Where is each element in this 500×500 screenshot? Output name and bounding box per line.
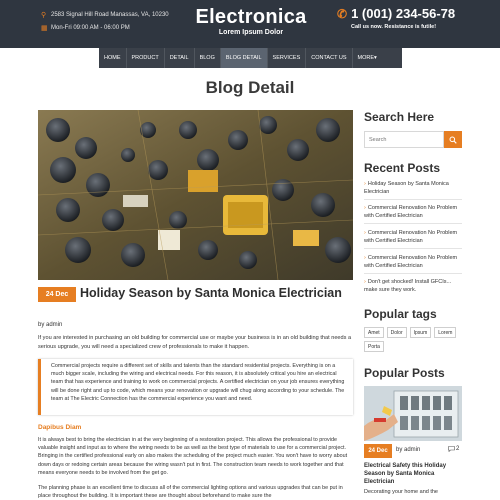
- tag-dolor[interactable]: Dolor: [386, 327, 407, 338]
- search-heading: Search Here: [364, 110, 435, 124]
- post-title[interactable]: Holiday Season by Santa Monica Electrici…: [38, 285, 353, 301]
- post-paragraph-2: The planning phase is an excellent time …: [38, 485, 343, 500]
- map-pin-icon: ⚲: [41, 11, 47, 19]
- recent-post-item[interactable]: › Commercial Renovation No Problem with C…: [364, 255, 462, 274]
- popular-tags-heading: Popular tags: [364, 307, 437, 321]
- nav-contact-us[interactable]: CONTACT US: [306, 48, 353, 68]
- nav-blog[interactable]: BLOG: [195, 48, 221, 68]
- search-button[interactable]: [444, 131, 462, 148]
- nav-home[interactable]: HOME: [99, 48, 127, 68]
- search-input[interactable]: [364, 131, 444, 148]
- nav-blog-detail[interactable]: BLOG DETAIL: [220, 48, 268, 68]
- recent-post-item[interactable]: › Commercial Renovation No Problem with C…: [364, 230, 462, 249]
- hours-text: Mon-Fri 09:00 AM - 06:00 PM: [51, 24, 130, 31]
- chevron-right-icon: ›: [364, 230, 366, 236]
- address-text: 2583 Signal Hill Road Manassas, VA, 1023…: [51, 11, 169, 18]
- popular-post-byline[interactable]: by admin: [396, 447, 420, 453]
- chevron-right-icon: ›: [364, 181, 366, 187]
- nav-detail[interactable]: DETAIL: [165, 48, 195, 68]
- recent-posts-heading: Recent Posts: [364, 161, 441, 175]
- brand-tagline: Lorem Ipsum Dolor: [218, 29, 284, 36]
- chevron-right-icon: ›: [364, 205, 366, 211]
- search-icon: [449, 136, 457, 144]
- post-date-badge: 24 Dec: [38, 287, 76, 302]
- chevron-right-icon: ›: [364, 279, 366, 285]
- recent-post-item[interactable]: › Don't get shocked! Install GFCIs... mak…: [364, 279, 462, 297]
- main-nav: HOME PRODUCT DETAIL BLOG BLOG DETAIL SER…: [99, 48, 402, 68]
- contact-info: ⚲ 2583 Signal Hill Road Manassas, VA, 102…: [41, 8, 169, 34]
- brand-name[interactable]: Electronica: [190, 6, 312, 28]
- post-intro: If you are interested in purchasing an o…: [38, 335, 352, 350]
- nav-more-dropdown[interactable]: MORE▾: [353, 48, 382, 68]
- popular-post-excerpt: Decorating your home and the: [364, 489, 438, 495]
- comment-count-value: 2: [456, 446, 460, 452]
- nav-product[interactable]: PRODUCT: [127, 48, 165, 68]
- post-blockquote: Commercial projects require a different …: [38, 359, 353, 415]
- comment-icon: [448, 446, 455, 452]
- phone-subtext: Call us now. Resistance is futile!: [351, 24, 437, 30]
- calendar-icon: ▦: [41, 24, 48, 32]
- popular-post-image[interactable]: [364, 386, 462, 441]
- post-paragraph-1: It is always best to bring the electrici…: [38, 437, 348, 476]
- site-header: ⚲ 2583 Signal Hill Road Manassas, VA, 102…: [0, 0, 500, 48]
- logo[interactable]: Electronica Lorem Ipsum Dolor: [190, 6, 312, 37]
- popular-post-date-badge: 24 Dec: [364, 444, 392, 458]
- phone-block: ✆ 1 (001) 234-56-78 Call us now. Resistan…: [337, 6, 457, 30]
- tag-lorem[interactable]: Lorem: [434, 327, 457, 338]
- post-byline[interactable]: by admin: [38, 322, 62, 328]
- post-subheading: Dapibus Diam: [38, 424, 82, 431]
- search-form: [364, 131, 462, 148]
- tag-ipsum[interactable]: Ipsum: [409, 327, 432, 338]
- comment-count[interactable]: 2: [448, 446, 459, 452]
- nav-services[interactable]: SERVICES: [268, 48, 307, 68]
- tag-amet[interactable]: Amet: [364, 327, 384, 338]
- phone-number[interactable]: 1 (001) 234-56-78: [351, 6, 455, 22]
- popular-post-title[interactable]: Electrical Safety this Holiday Season by…: [364, 462, 462, 486]
- tag-cloud: Amet Dolor Ipsum Lorem Porta: [364, 327, 462, 355]
- popular-posts-heading: Popular Posts: [364, 366, 445, 380]
- page-title: Blog Detail: [205, 78, 295, 97]
- tag-porta[interactable]: Porta: [364, 341, 384, 352]
- chevron-right-icon: ›: [364, 255, 366, 261]
- recent-post-item[interactable]: › Holiday Season by Santa Monica Electric…: [364, 181, 462, 200]
- post-hero-image: [38, 110, 353, 280]
- phone-icon: ✆: [337, 7, 348, 21]
- recent-post-item[interactable]: › Commercial Renovation No Problem with C…: [364, 205, 462, 224]
